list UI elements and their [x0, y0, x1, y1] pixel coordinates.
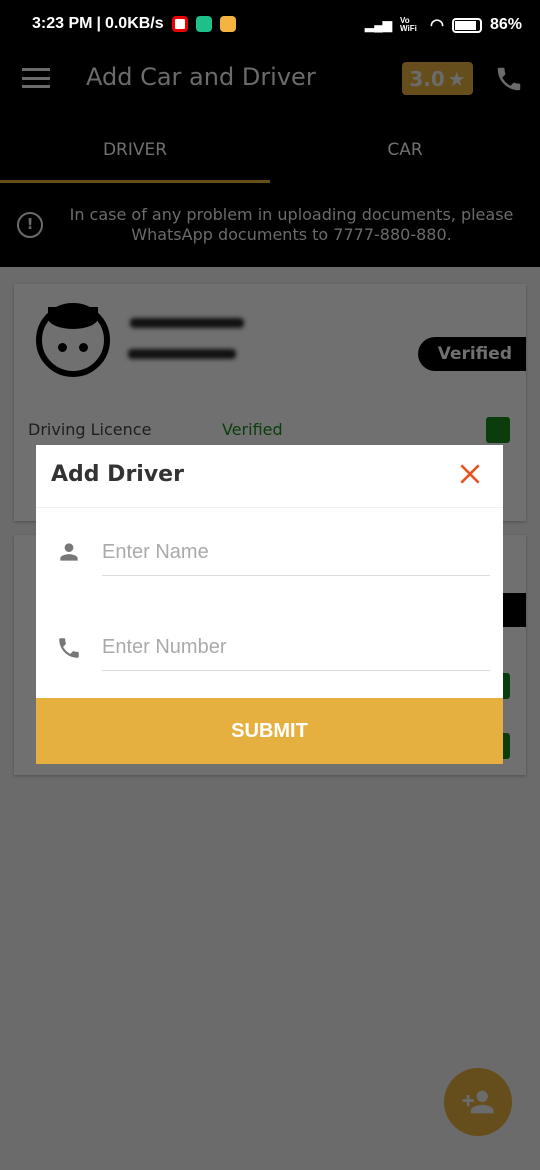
shield-app-icon	[195, 16, 212, 32]
tab-driver[interactable]: DRIVER	[0, 140, 270, 160]
phone-icon	[59, 638, 79, 658]
document-icon[interactable]	[486, 417, 510, 443]
redacted-number	[128, 349, 236, 359]
alert-circle-icon: !	[17, 212, 43, 238]
status-separator: |	[96, 15, 101, 32]
notice-banner: ! In case of any problem in uploading doc…	[0, 205, 540, 245]
tab-indicator	[0, 180, 270, 183]
rating-value: 3.0	[409, 66, 445, 91]
row-status: Verified	[222, 420, 283, 439]
row-label: Driving Licence	[28, 420, 152, 439]
notice-text: In case of any problem in uploading docu…	[69, 205, 514, 244]
page-title: Add Car and Driver	[86, 63, 316, 91]
phone-icon[interactable]	[494, 64, 524, 94]
app-notification-icon	[219, 16, 236, 32]
star-icon: ★	[447, 66, 466, 91]
close-icon[interactable]	[457, 461, 483, 487]
divider	[36, 507, 503, 508]
avatar	[36, 303, 110, 377]
wifi-icon: ◠	[430, 17, 444, 34]
number-input[interactable]	[102, 625, 490, 671]
add-person-icon	[462, 1090, 494, 1114]
person-icon	[60, 543, 78, 561]
hamburger-icon[interactable]	[22, 68, 50, 88]
status-badge: Verified	[417, 337, 526, 371]
name-input[interactable]	[102, 530, 490, 576]
rating-badge[interactable]: 3.0 ★	[402, 62, 473, 95]
add-driver-fab[interactable]	[444, 1068, 512, 1136]
status-bar: 3:23 PM | 0.0KB/s ▂▄▆ Vo WiFi ◠ 86%	[0, 0, 540, 50]
signal-icon: ▂▄▆	[365, 18, 392, 32]
dialog-title: Add Driver	[51, 462, 184, 487]
youtube-icon	[171, 16, 188, 32]
battery-icon	[451, 17, 482, 33]
redacted-name	[130, 318, 244, 328]
status-time: 3:23 PM	[32, 15, 93, 32]
network-speed: 0.0KB/s	[104, 15, 164, 32]
vowifi-label: Vo WiFi	[400, 16, 417, 33]
submit-button[interactable]: SUBMIT	[36, 698, 503, 764]
battery-percent: 86%	[489, 16, 522, 33]
tab-car[interactable]: CAR	[270, 140, 540, 160]
add-driver-dialog: Add Driver SUBMIT	[36, 445, 503, 764]
